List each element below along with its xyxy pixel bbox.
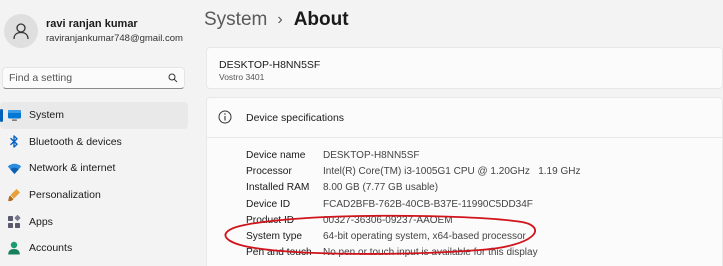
- spec-label: Pen and touch: [246, 247, 312, 259]
- avatar[interactable]: [4, 14, 38, 48]
- spec-value: Intel(R) Core(TM) i3-1005G1 CPU @ 1.20GH…: [323, 165, 581, 177]
- settings-window: ravi ranjan kumar raviranjankumar748@gma…: [0, 0, 723, 266]
- spec-row-device-name: Device name DESKTOP-H8NN5SF: [246, 147, 580, 163]
- spec-row-system-type: System type 64-bit operating system, x64…: [246, 228, 580, 244]
- spec-value: FCAD2BFB-762B-40CB-B37E-11990C5DD34F: [323, 198, 533, 210]
- device-model: Vostro 3401: [219, 72, 265, 82]
- spec-row-processor: Processor Intel(R) Core(TM) i3-1005G1 CP…: [246, 163, 580, 179]
- device-name: DESKTOP-H8NN5SF: [219, 59, 321, 71]
- apps-icon: [6, 214, 22, 230]
- breadcrumb-separator: ›: [277, 11, 283, 28]
- sidebar-nav: System Bluetooth & devices Network & int…: [0, 102, 188, 262]
- sidebar: ravi ranjan kumar raviranjankumar748@gma…: [0, 0, 192, 266]
- paintbrush-icon: [6, 187, 22, 203]
- sidebar-item-system[interactable]: System: [0, 102, 188, 129]
- wifi-icon: [6, 160, 22, 176]
- search-icon[interactable]: [168, 73, 178, 83]
- breadcrumb: System › About: [204, 9, 349, 31]
- spec-label: Device ID: [246, 198, 291, 210]
- profile-name: ravi ranjan kumar: [46, 18, 138, 30]
- spec-value: 00327-36306-09237-AAOEM: [323, 214, 453, 226]
- spec-value: 64-bit operating system, x64-based proce…: [323, 231, 526, 243]
- sidebar-item-label: Accounts: [29, 242, 73, 255]
- sidebar-item-personalization[interactable]: Personalization: [0, 182, 188, 209]
- bluetooth-icon: [6, 134, 22, 150]
- sidebar-item-label: Bluetooth & devices: [29, 135, 122, 148]
- sidebar-item-bluetooth[interactable]: Bluetooth & devices: [0, 129, 188, 156]
- person-icon: [13, 23, 29, 40]
- spec-row-pen-and-touch: Pen and touch No pen or touch input is a…: [246, 245, 580, 261]
- spec-value: 8.00 GB (7.77 GB usable): [323, 182, 439, 194]
- spec-row-installed-ram: Installed RAM 8.00 GB (7.77 GB usable): [246, 180, 580, 196]
- main-content: System › About DESKTOP-H8NN5SF Vostro 34…: [192, 0, 723, 266]
- spec-value: No pen or touch input is available for t…: [323, 247, 538, 259]
- spec-row-product-id: Product ID 00327-36306-09237-AAOEM: [246, 212, 580, 228]
- spec-list: Device name DESKTOP-H8NN5SF Processor In…: [246, 147, 580, 261]
- monitor-icon: [6, 107, 22, 123]
- breadcrumb-parent[interactable]: System: [204, 9, 267, 31]
- user-profile[interactable]: ravi ranjan kumar raviranjankumar748@gma…: [4, 14, 183, 48]
- spec-label: Device name: [246, 149, 306, 161]
- section-title: Device specifications: [246, 112, 345, 124]
- sidebar-item-label: System: [29, 109, 65, 122]
- sidebar-item-label: Personalization: [29, 189, 101, 202]
- sidebar-item-label: Apps: [29, 215, 53, 228]
- profile-email: raviranjankumar748@gmail.com: [46, 33, 183, 44]
- search-input[interactable]: [9, 72, 168, 84]
- device-specifications-card: Device specifications Device name DESKTO…: [206, 97, 723, 266]
- spec-row-device-id: Device ID FCAD2BFB-762B-40CB-B37E-11990C…: [246, 196, 580, 212]
- sidebar-item-label: Network & internet: [29, 162, 116, 175]
- sidebar-item-apps[interactable]: Apps: [0, 208, 188, 235]
- person-icon: [6, 240, 22, 256]
- spec-label: System type: [246, 231, 303, 243]
- page-title: About: [293, 9, 349, 30]
- search-box[interactable]: [2, 67, 185, 89]
- spec-label: Product ID: [246, 214, 295, 226]
- sidebar-item-accounts[interactable]: Accounts: [0, 235, 188, 262]
- device-specifications-header[interactable]: Device specifications: [207, 98, 722, 138]
- spec-label: Processor: [246, 165, 292, 177]
- spec-value: DESKTOP-H8NN5SF: [323, 149, 420, 161]
- spec-label: Installed RAM: [246, 182, 310, 194]
- sidebar-item-network[interactable]: Network & internet: [0, 155, 188, 182]
- device-card: DESKTOP-H8NN5SF Vostro 3401: [206, 47, 723, 89]
- info-icon: [218, 110, 232, 129]
